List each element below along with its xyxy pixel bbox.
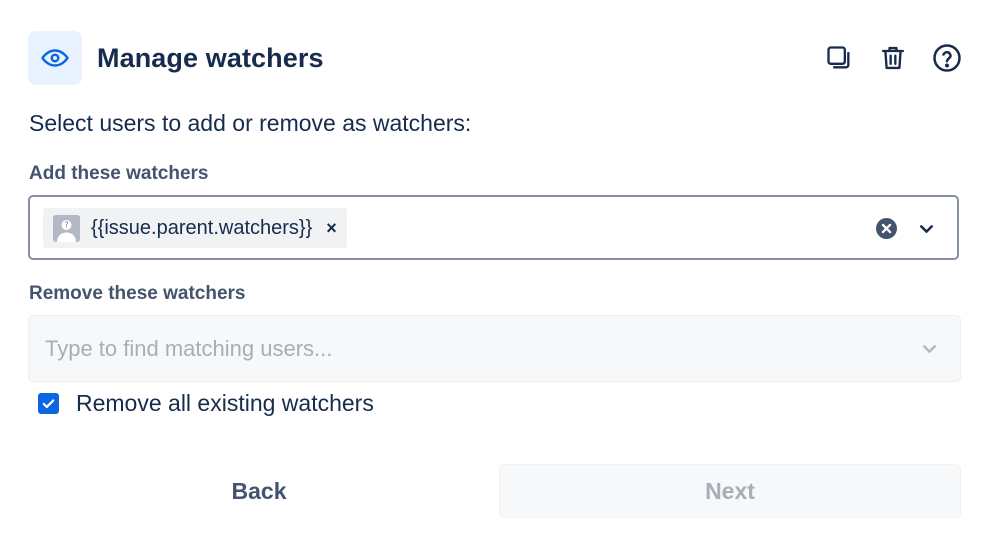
page-title: Manage watchers xyxy=(97,42,324,73)
header-actions xyxy=(823,42,963,74)
remove-watchers-select: Type to find matching users... xyxy=(28,315,961,382)
chevron-down-icon xyxy=(919,338,940,359)
watcher-chip: ? {{issue.parent.watchers}} × xyxy=(43,208,347,248)
trash-icon[interactable] xyxy=(877,42,909,74)
chevron-down-icon[interactable] xyxy=(916,218,937,239)
remove-all-label[interactable]: Remove all existing watchers xyxy=(76,390,374,417)
manage-watchers-panel: Manage watchers Select users to add or r… xyxy=(0,0,999,554)
eye-icon xyxy=(28,31,82,85)
avatar: ? xyxy=(53,214,80,242)
checkmark-icon xyxy=(42,399,55,409)
add-watchers-select[interactable]: ? {{issue.parent.watchers}} × xyxy=(28,195,959,260)
panel-header: Manage watchers xyxy=(28,30,963,86)
watcher-chip-label: {{issue.parent.watchers}} xyxy=(91,216,313,239)
remove-watchers-label: Remove these watchers xyxy=(29,283,246,304)
add-watchers-label: Add these watchers xyxy=(29,163,209,184)
svg-text:?: ? xyxy=(64,220,68,229)
clear-icon[interactable] xyxy=(876,218,897,239)
back-button[interactable]: Back xyxy=(28,464,490,518)
help-icon[interactable] xyxy=(931,42,963,74)
remove-all-option: Remove all existing watchers xyxy=(38,390,374,417)
chip-remove-icon[interactable]: × xyxy=(326,218,337,239)
remove-watchers-placeholder: Type to find matching users... xyxy=(45,336,333,361)
copy-icon[interactable] xyxy=(823,42,855,74)
intro-text: Select users to add or remove as watcher… xyxy=(29,110,472,136)
remove-all-checkbox[interactable] xyxy=(38,393,59,414)
next-button: Next xyxy=(499,464,961,518)
